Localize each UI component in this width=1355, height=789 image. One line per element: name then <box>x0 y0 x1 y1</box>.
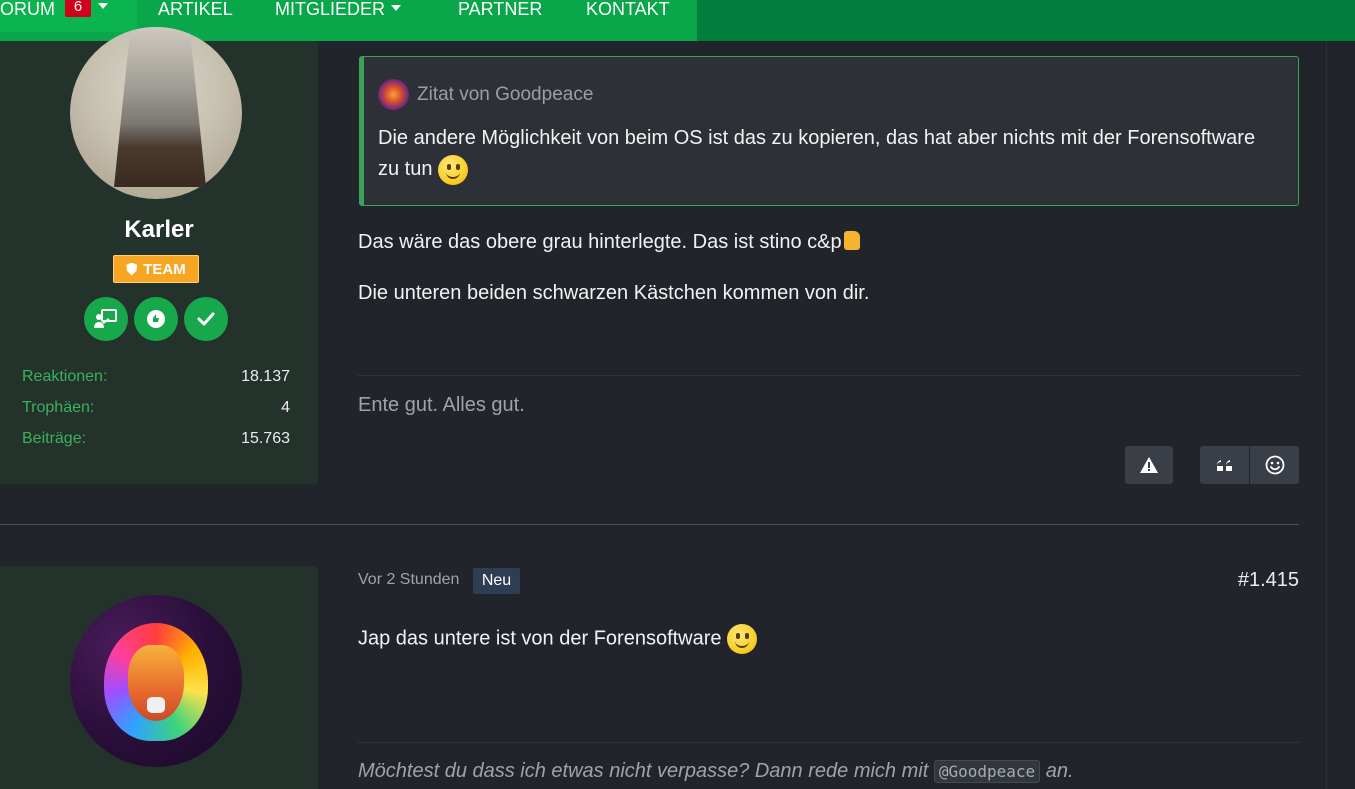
warning-icon <box>1140 457 1158 473</box>
stat-row: Reaktionen: 18.137 <box>22 368 290 399</box>
react-button[interactable] <box>1250 446 1299 484</box>
nav-forum-count-badge: 6 <box>65 0 91 17</box>
author-stats: Reaktionen: 18.137 Trophäen: 4 Beiträge:… <box>22 368 290 461</box>
quote-avatar <box>378 79 409 110</box>
nav-label-forum: ORUM <box>0 0 55 19</box>
nav-label-kontakt: KONTAKT <box>586 0 670 19</box>
like-icon[interactable] <box>134 297 178 341</box>
smiley-icon <box>438 154 469 185</box>
avatar[interactable] <box>70 595 242 767</box>
post-number-link[interactable]: #1.415 <box>1200 569 1299 592</box>
check-icon[interactable] <box>184 297 228 341</box>
trophy-row <box>84 297 228 341</box>
stat-row: Trophäen: 4 <box>22 399 290 430</box>
stat-value: 18.137 <box>241 368 290 385</box>
stat-row: Beiträge: 15.763 <box>22 430 290 461</box>
nav-label-partner: PARTNER <box>458 0 543 19</box>
report-button[interactable] <box>1125 446 1173 484</box>
avatar-image <box>114 27 206 187</box>
role-badge-label: TEAM <box>143 260 186 278</box>
post-timestamp[interactable]: Vor 2 Stunden <box>358 571 459 589</box>
quote-icon <box>1216 460 1232 471</box>
user-mention[interactable]: @Goodpeace <box>933 760 1041 783</box>
nav-item-mitglieder[interactable]: MITGLIEDER <box>275 0 402 19</box>
quote-author[interactable]: Zitat von Goodpeace <box>417 84 593 106</box>
smiley-icon <box>727 624 758 654</box>
quote-header[interactable]: Zitat von Goodpeace <box>378 79 593 110</box>
role-badge: TEAM <box>113 255 199 283</box>
stat-value: 15.763 <box>241 430 290 447</box>
post-paragraph-text: Jap das untere ist von der Forensoftware <box>358 627 722 650</box>
signature-divider <box>358 742 1300 743</box>
presenter-icon[interactable] <box>84 297 128 341</box>
signature-divider <box>358 375 1300 376</box>
quote-text-content: Die andere Möglichkeit von beim OS ist d… <box>378 127 1256 180</box>
thumbs-up-icon <box>843 231 860 250</box>
chevron-down-icon <box>98 3 108 9</box>
nav-item-kontakt[interactable]: KONTAKT <box>586 0 670 18</box>
quote-button[interactable] <box>1200 446 1249 484</box>
new-badge: Neu <box>473 568 520 594</box>
author-card: Karler TEAM Reaktionen: 18.137 Trophäen:… <box>0 27 318 484</box>
nav-label-mitglieder: MITGLIEDER <box>275 0 386 19</box>
post-paragraph: Das wäre das obere grau hinterlegte. Das… <box>358 231 860 254</box>
post-paragraph: Die unteren beiden schwarzen Kästchen ko… <box>358 282 870 304</box>
top-navigation: ORUM 6 ARTIKEL MITGLIEDER PARTNER KONTAK… <box>0 0 1355 41</box>
stat-label[interactable]: Trophäen: <box>22 399 94 430</box>
post-paragraph: Jap das untere ist von der Forensoftware <box>358 624 758 654</box>
post-paragraph-text: Das wäre das obere grau hinterlegte. Das… <box>358 231 842 253</box>
signature: Möchtest du dass ich etwas nicht verpass… <box>358 760 1074 783</box>
stat-label[interactable]: Beiträge: <box>22 430 86 461</box>
nav-item-artikel[interactable]: ARTIKEL <box>158 0 233 18</box>
shield-icon <box>126 262 138 276</box>
nav-label-artikel: ARTIKEL <box>158 0 233 19</box>
nav-item-partner[interactable]: PARTNER <box>458 0 542 18</box>
author-name[interactable]: Karler <box>0 216 318 244</box>
stat-label[interactable]: Reaktionen: <box>22 368 107 399</box>
quote-block: Zitat von Goodpeace Die andere Möglichke… <box>359 56 1299 206</box>
scrollbar-track[interactable] <box>1326 41 1327 789</box>
author-card <box>0 566 318 789</box>
signature: Ente gut. Alles gut. <box>358 394 525 416</box>
avatar-image-face <box>128 645 184 721</box>
nav-item-forum[interactable]: ORUM 6 <box>0 0 137 32</box>
signature-text-after: an. <box>1045 760 1074 782</box>
post-divider <box>0 524 1299 525</box>
smiley-icon <box>1265 455 1284 475</box>
signature-text-before: Möchtest du dass ich etwas nicht verpass… <box>358 760 929 782</box>
stat-value: 4 <box>281 399 290 416</box>
quote-text: Die andere Möglichkeit von beim OS ist d… <box>378 123 1258 185</box>
avatar[interactable] <box>70 27 242 199</box>
chevron-down-icon <box>391 5 402 11</box>
